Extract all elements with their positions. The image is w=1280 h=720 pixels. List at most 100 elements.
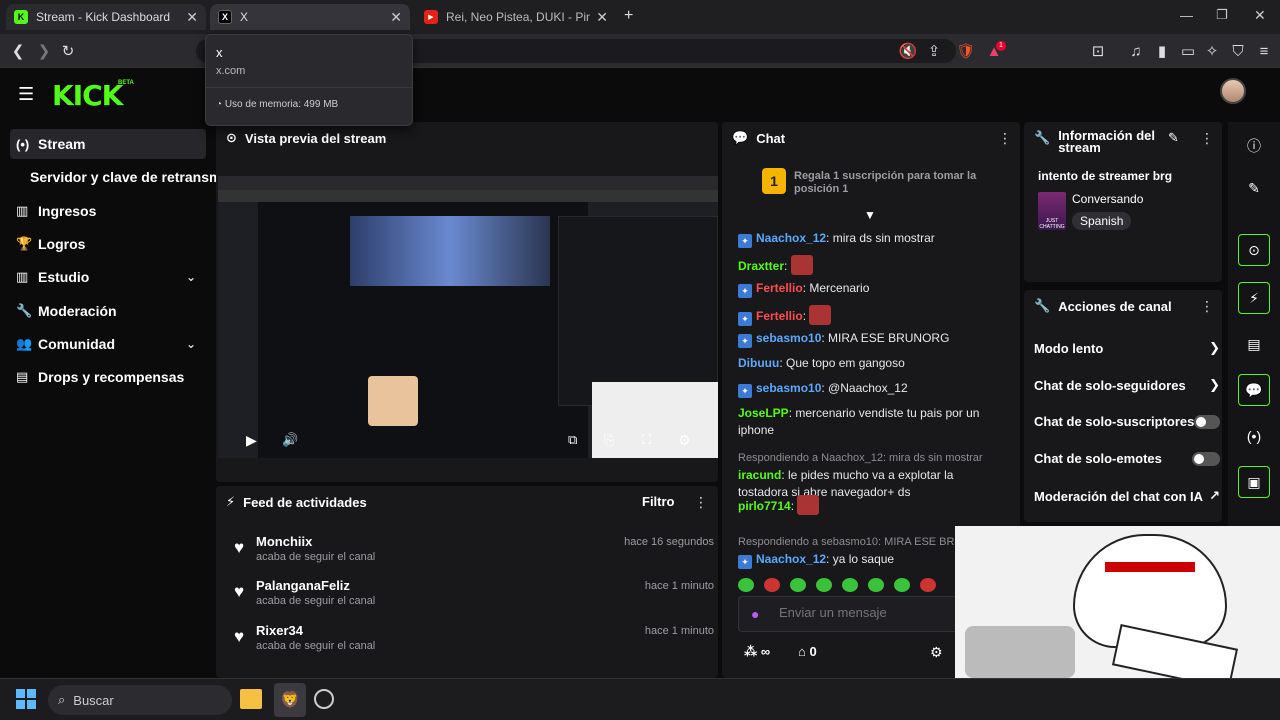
close-tab-icon[interactable]: ✕ xyxy=(390,9,402,26)
feed-item: ♥ Monchiix acaba de seguir el canal hace… xyxy=(234,532,714,576)
category-name[interactable]: Conversando xyxy=(1072,192,1143,206)
emote-icon[interactable] xyxy=(868,578,884,592)
mic-icon[interactable]: ● xyxy=(751,606,759,622)
action-slow-mode[interactable]: Modo lento ❯ xyxy=(1034,340,1220,356)
document-icon[interactable]: ▤ xyxy=(1238,328,1270,360)
nav-income[interactable]: ▥ Ingresos xyxy=(10,196,206,226)
chat-bubble-icon[interactable]: 💬 xyxy=(1238,374,1270,406)
taskbar-search[interactable]: ⌕ Buscar xyxy=(48,685,232,715)
chat-username[interactable]: Naachox_12 xyxy=(756,552,826,566)
reply-context[interactable]: Respondiendo a Naachox_12: mira ds sin m… xyxy=(738,450,1000,467)
chat-message: ✦ Fertellio: xyxy=(738,305,1000,326)
action-emotes-only[interactable]: Chat de solo-emotes xyxy=(1034,451,1220,466)
chat-username[interactable]: Naachox_12 xyxy=(756,231,826,245)
pip-icon[interactable]: ⧉ xyxy=(568,432,577,448)
vpn-icon[interactable]: ⛉ xyxy=(1228,41,1248,61)
brave-shield-icon[interactable]: 🛡 xyxy=(956,41,976,61)
tab-youtube[interactable]: ▶ Rei, Neo Pistea, DUKI - Pininfarina ✕ xyxy=(416,4,616,30)
broadcast-icon[interactable]: (•) xyxy=(1238,420,1270,452)
windows-start-icon[interactable] xyxy=(16,689,36,709)
emote-icon[interactable] xyxy=(842,578,858,592)
preview-icon[interactable]: ⊙ xyxy=(1238,234,1270,266)
edit-pencil-icon[interactable]: ✎ xyxy=(1168,130,1179,146)
file-explorer-icon[interactable] xyxy=(240,689,262,709)
memory-usage: ◔ Uso de memoria: 499 MB xyxy=(216,99,338,110)
more-options-icon[interactable]: ⋮ xyxy=(1200,130,1214,147)
restore-icon[interactable]: ❐ xyxy=(1216,7,1228,23)
chat-username[interactable]: sebasmo10 xyxy=(756,381,821,395)
chat-username[interactable]: Fertellio xyxy=(756,309,803,323)
close-tab-icon[interactable]: ✕ xyxy=(186,9,198,26)
bolt-icon[interactable]: ⚡ xyxy=(1238,282,1270,314)
hamburger-menu-icon[interactable]: ☰ xyxy=(18,84,34,105)
kick-logo[interactable]: KICK xyxy=(52,79,123,112)
feed-username[interactable]: Rixer34 xyxy=(256,623,303,638)
filter-button[interactable]: Filtro xyxy=(642,494,675,509)
action-subscribers-only[interactable]: Chat de solo-suscriptores xyxy=(1034,414,1220,429)
layout-icon[interactable]: ▣ xyxy=(1238,466,1270,498)
obs-icon[interactable] xyxy=(314,689,334,709)
close-window-icon[interactable]: ✕ xyxy=(1254,7,1266,24)
share-icon[interactable]: ⇪ xyxy=(924,41,944,61)
info-icon[interactable]: ⓘ xyxy=(1238,130,1270,162)
clip-icon[interactable]: ⎘ xyxy=(604,432,614,448)
settings-gear-icon[interactable]: ⚙ xyxy=(678,432,691,449)
more-options-icon[interactable]: ⋮ xyxy=(1200,298,1214,315)
feed-username[interactable]: PalanganaFeliz xyxy=(256,578,350,593)
forward-icon[interactable]: ❯ xyxy=(34,41,54,61)
fullscreen-icon[interactable]: ⛶ xyxy=(642,432,651,448)
more-options-icon[interactable]: ⋮ xyxy=(694,494,708,511)
screenshot-icon[interactable]: ⊡ xyxy=(1088,41,1108,61)
chat-username[interactable]: pirlo7714 xyxy=(738,499,791,513)
nav-server-key[interactable]: Servidor y clave de retransmisión xyxy=(10,162,216,192)
nav-moderation[interactable]: 🔧 Moderación xyxy=(10,296,206,326)
tab-x[interactable]: X X ✕ xyxy=(210,4,410,30)
nav-achievements[interactable]: 🏆 Logros xyxy=(10,229,206,259)
volume-icon[interactable]: 🔊 xyxy=(282,432,298,448)
chat-message-input[interactable] xyxy=(779,605,979,620)
heart-icon: ♥ xyxy=(234,627,245,646)
chat-username[interactable]: Draxtter xyxy=(738,259,784,273)
chat-username[interactable]: sebasmo10 xyxy=(756,331,821,345)
edit-pencil-icon[interactable]: ✎ xyxy=(1238,172,1270,204)
nav-drops[interactable]: ▤ Drops y recompensas xyxy=(10,362,206,392)
chat-username[interactable]: Dibuuu xyxy=(738,356,779,370)
menu-icon[interactable]: ≡ xyxy=(1254,41,1274,61)
back-icon[interactable]: ❮ xyxy=(8,41,28,61)
reload-icon[interactable]: ↻ xyxy=(58,41,78,61)
emotes-only-toggle[interactable] xyxy=(1192,451,1220,466)
mute-icon[interactable]: 🔇 xyxy=(898,41,918,61)
emote-icon[interactable] xyxy=(764,578,780,592)
tab-kick-dashboard[interactable]: K Stream - Kick Dashboard ✕ xyxy=(6,4,206,30)
new-tab-icon[interactable]: + xyxy=(624,7,633,25)
wallet-icon[interactable]: ▭ xyxy=(1178,41,1198,61)
emote-icon[interactable] xyxy=(894,578,910,592)
chat-username[interactable]: Fertellio xyxy=(756,281,803,295)
pinned-toggle-icon[interactable]: ▼ xyxy=(864,208,876,222)
chat-username[interactable]: JoseLPP xyxy=(738,406,789,420)
subscribers-only-toggle[interactable] xyxy=(1194,414,1220,429)
action-ai-moderation[interactable]: Moderación del chat con IA ↗ xyxy=(1034,488,1220,504)
chat-username[interactable]: iracund xyxy=(738,468,781,482)
leo-ai-icon[interactable]: ✧ xyxy=(1202,41,1222,61)
nav-community[interactable]: 👥 Comunidad ⌄ xyxy=(10,329,206,359)
brave-browser-icon[interactable]: 🦁 xyxy=(274,683,306,717)
emote-icon[interactable] xyxy=(920,578,936,592)
chat-settings-icon[interactable]: ⚙ xyxy=(930,644,943,661)
emote-icon[interactable] xyxy=(816,578,832,592)
user-avatar[interactable] xyxy=(1220,78,1246,104)
nav-stream[interactable]: (•) Stream xyxy=(10,129,206,159)
media-icon[interactable]: ♫ xyxy=(1126,41,1146,61)
feed-username[interactable]: Monchiix xyxy=(256,534,312,549)
nav-studio[interactable]: ▥ Estudio ⌄ xyxy=(10,262,206,292)
gift-leaderboard-text[interactable]: Regala 1 suscripción para tomar la posic… xyxy=(794,170,994,196)
emote-icon[interactable] xyxy=(790,578,806,592)
minimize-icon[interactable]: — xyxy=(1180,8,1193,23)
sidebar-icon[interactable]: ▮ xyxy=(1152,41,1172,61)
close-tab-icon[interactable]: ✕ xyxy=(596,9,608,26)
stream-video[interactable]: ▶ 🔊 ⧉ ⎘ ⛶ ⚙ xyxy=(218,176,718,458)
emote-icon[interactable] xyxy=(738,578,754,592)
more-options-icon[interactable]: ⋮ xyxy=(998,130,1012,147)
action-followers-only[interactable]: Chat de solo-seguidores ❯ xyxy=(1034,377,1220,393)
play-icon[interactable]: ▶ xyxy=(246,432,257,449)
